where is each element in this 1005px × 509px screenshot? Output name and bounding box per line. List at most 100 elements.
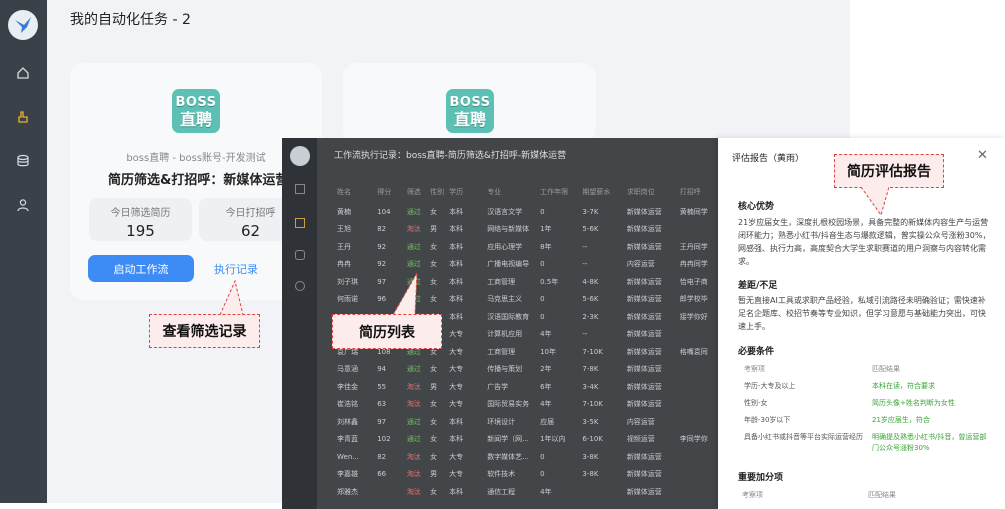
column-header: 打招呼 [679,188,701,196]
table-cell: -- [582,330,588,339]
table-cell [678,221,718,239]
requirement-row: 具备小红书或抖音等平台实际运营经历 明确提及熟悉小红书/抖音，曾运营部门公众号涨粉… [744,430,990,456]
table-cell: 本科 [449,260,464,269]
column-header: 求职岗位 [626,188,655,196]
left-sidebar [0,0,47,503]
table-cell: 0 [540,452,545,461]
logo-text-top: BOSS [175,95,217,110]
table-cell: 通过 [406,242,421,251]
column-header: 筛选 [406,188,421,196]
start-workflow-button[interactable]: 启动工作流 [88,255,194,282]
table-cell: 环境设计 [487,417,516,426]
database-icon[interactable] [12,150,34,172]
match-result: 本科在读，符合要求 [872,382,935,390]
table-cell: 6年 [540,382,552,391]
table-cell: 汉语国际教育 [487,312,530,321]
core-text: 21岁应届女生，深度扎根校园场景，具备完整的新媒体内容生产与运营闭环能力；熟悉小… [738,218,991,266]
bonus-title: 重要加分项 [738,473,784,483]
table-row[interactable]: Wen... 82 淘汰女 大专 数字媒体艺... 0 3-8K 新媒体运营 [335,448,718,466]
table-row[interactable]: 黄楠 104 通过女 本科 汉语言文学 0 3-7K 新媒体运营 黄楠同学 [335,203,718,221]
table-cell: 新媒体运营 [626,347,662,356]
table-cell: 淘汰 [406,470,421,479]
column-header: 得分 [377,188,392,196]
table-row[interactable]: 刘林鑫 97 通过女 本科 环境设计 应届 3-5K 内容运营 [335,413,718,431]
table-row[interactable]: 冉冉 92 通过女 本科 广播电视编导 0 -- 内容运营 冉冉同学 [335,256,718,274]
table-cell: 李同学你 [679,435,708,444]
boss-logo: BOSS 直聘 [172,89,220,133]
requirement-row: 学历-大专及以上 本科在读，符合要求 [744,379,990,394]
table-cell: 应届 [540,417,555,426]
table-cell: 63 [377,400,387,409]
table-cell: 0 [540,295,545,304]
table-cell: 2年 [540,365,552,374]
table-cell: 新媒体运营 [626,470,662,479]
table-cell: 软件技术 [487,470,516,479]
table-cell: 大专 [449,347,464,356]
table-cell: 8年 [540,242,552,251]
table-cell: 李青蓝 [337,435,358,444]
boss-logo: BOSS 直聘 [446,89,494,133]
table-cell: 女 [430,365,438,374]
table-cell: 女 [430,487,438,496]
table-row[interactable]: 李青蓝 102 通过女 本科 新闻学（网... 1年以内 6-10K 视频运营 李同学你 [335,431,718,449]
close-icon[interactable]: ✕ [977,148,988,163]
table-cell: 3-7K [582,207,599,216]
table-cell: 82 [377,225,387,234]
table-cell [678,448,718,466]
requirement-row: 年龄-30岁以下 21岁应届生，符合 [744,413,990,428]
callout-evaluation-report: 简历评估报告 [834,154,944,188]
table-row[interactable]: 郑雅杰 淘汰女 本科 通信工程 4年 新媒体运营 [335,483,718,501]
home-icon[interactable] [12,62,34,84]
app-logo-icon[interactable] [8,10,38,40]
table-row[interactable]: 马意涵 94 通过女 大专 传播与策划 2年 7-8K 新媒体运营 [335,361,718,379]
table-cell: 0.5年 [540,277,559,286]
table-row[interactable]: 李嘉雄 66 淘汰男 大专 软件技术 0 3-8K 新媒体运营 [335,466,718,484]
table-cell: 广播电视编导 [487,260,530,269]
table-cell: -- [582,260,588,269]
table-cell: 7-10K [582,400,603,409]
table-cell: 淘汰 [406,382,421,391]
table-cell: 大专 [449,382,464,391]
table-cell: 女 [430,242,438,251]
table-cell: 97 [377,417,387,426]
table-cell [580,483,624,501]
table-cell: Wen... [337,452,359,461]
hand-icon[interactable] [12,106,34,128]
column-header: 姓名 [337,188,351,196]
card-title: 简历筛选&打招呼：新媒体运营 [108,173,288,188]
table-cell: 工商管理 [487,277,516,286]
table-cell: 7-8K [582,365,599,374]
app-logo-icon [290,146,310,166]
table-cell: 女 [430,207,438,216]
table-cell: 男 [430,470,438,479]
table-cell: 黄楠同学 [679,207,708,216]
table-cell: 女 [430,417,438,426]
table-cell: 通过 [406,260,421,269]
logo-text-top: BOSS [449,95,491,110]
logo-text-bottom: 直聘 [179,110,212,129]
table-cell: 新媒体运营 [626,487,662,496]
table-cell: 本科 [449,277,464,286]
table-cell: 新媒体运营 [626,207,662,216]
table-cell: 工商管理 [487,347,516,356]
table-cell: 4年 [540,400,552,409]
records-title: 工作流执行记录：boss直聘-简历筛选&打招呼-新媒体运营 [334,151,567,161]
user-icon[interactable] [12,194,34,216]
table-cell: 7-10K [582,347,603,356]
table-row[interactable]: 崔浩铭 63 淘汰女 大专 国际贸易实务 4年 7-10K 新媒体运营 [335,396,718,414]
table-cell: 0 [540,470,545,479]
table-cell: 本科 [449,487,464,496]
table-cell: 3-8K [582,470,599,479]
table-cell: 3-8K [582,452,599,461]
table-cell: 大专 [449,365,464,374]
table-row[interactable]: 王旭 82 淘汰男 本科 网络与新媒体 1年 5-6K 新媒体运营 [335,221,718,239]
table-cell [678,466,718,484]
col-header: 考察项 [744,365,765,373]
table-cell: 82 [377,452,387,461]
execution-record-link[interactable]: 执行记录 [214,261,258,277]
table-row[interactable]: 王丹 92 通过女 本科 应用心理学 8年 -- 新媒体运营 王丹同学 [335,238,718,256]
table-cell: 接学你好 [679,312,708,321]
table-row[interactable]: 李佳金 55 淘汰男 大专 广告学 6年 3-4K 新媒体运营 [335,378,718,396]
callout-resume-list: 简历列表 [332,314,442,349]
callout-pointer [392,272,418,316]
